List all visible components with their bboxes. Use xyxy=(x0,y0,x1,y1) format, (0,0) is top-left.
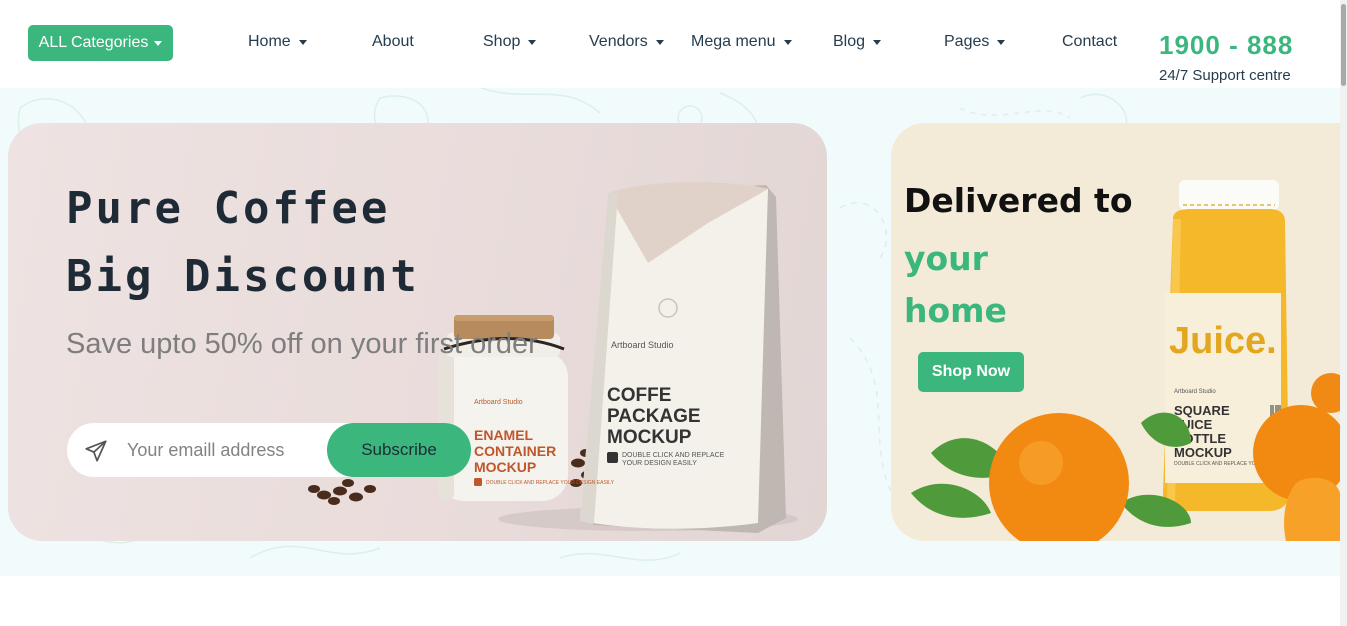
banner-subtitle: Save upto 50% off on your first order xyxy=(66,328,538,360)
jar-brand: Artboard Studio xyxy=(474,399,523,406)
chevron-down-icon xyxy=(655,40,664,45)
bag-line-2: PACKAGE xyxy=(607,406,701,427)
bottle-line-4: MOCKUP xyxy=(1174,445,1232,460)
all-categories-button[interactable]: ALL Categories xyxy=(28,25,173,61)
chevron-down-icon xyxy=(154,41,163,46)
bottle-line-1: SQUARE xyxy=(1174,403,1230,418)
bag-note-2: YOUR DESIGN EASILY xyxy=(622,460,697,467)
bottle-brand: Artboard Studio xyxy=(1174,389,1216,395)
nav-mega-menu-label: Mega menu xyxy=(691,33,776,50)
jar-line-3: MOCKUP xyxy=(474,459,536,475)
nav-pages[interactable]: Pages xyxy=(944,33,1006,51)
subscribe-button[interactable]: Subscribe xyxy=(327,423,471,477)
bottle-logo: Juice. xyxy=(1169,320,1277,362)
bag-line-3: MOCKUP xyxy=(607,427,692,448)
chevron-down-icon xyxy=(528,40,537,45)
nav-home[interactable]: Home xyxy=(248,33,307,51)
jar-line-2: CONTAINER xyxy=(474,443,556,459)
nav-contact-label: Contact xyxy=(1062,33,1118,50)
coffee-banner: Pure Coffee Big Discount Artboard Studio… xyxy=(8,123,827,541)
chevron-down-icon xyxy=(997,40,1006,45)
send-icon xyxy=(85,440,107,462)
jar-note: DOUBLE CLICK AND REPLACE YOUR DESIGN EAS… xyxy=(486,480,615,486)
side-banner-highlight: your home xyxy=(904,233,1007,337)
bag-note-1: DOUBLE CLICK AND REPLACE xyxy=(622,452,725,459)
email-input[interactable] xyxy=(127,435,327,465)
side-banner-title: Delivered to xyxy=(904,181,1133,220)
hero-section: Pure Coffee Big Discount Artboard Studio… xyxy=(0,88,1340,576)
nav-vendors[interactable]: Vendors xyxy=(589,33,664,51)
nav-shop-label: Shop xyxy=(483,33,521,50)
page-scrollbar[interactable] xyxy=(1340,0,1347,626)
nav-vendors-label: Vendors xyxy=(589,33,648,50)
side-banner-highlight-line-2: home xyxy=(904,291,1007,330)
nav-contact[interactable]: Contact xyxy=(1062,33,1117,51)
chevron-down-icon xyxy=(298,40,307,45)
all-categories-label: ALL Categories xyxy=(38,34,149,51)
nav-about-label: About xyxy=(372,33,414,50)
side-banner-highlight-line-1: your xyxy=(904,239,988,278)
nav-blog[interactable]: Blog xyxy=(833,33,882,51)
jar-line-1: ENAMEL xyxy=(474,427,534,443)
scrollbar-thumb[interactable] xyxy=(1341,4,1346,86)
newsletter-form: Subscribe xyxy=(67,423,471,477)
chevron-down-icon xyxy=(783,40,792,45)
bag-brand: Artboard Studio xyxy=(611,340,674,350)
nav-pages-label: Pages xyxy=(944,33,990,50)
shop-now-button[interactable]: Shop Now xyxy=(918,352,1024,392)
hotline-number[interactable]: 1900 - 888 xyxy=(1159,30,1293,61)
delivery-banner: Juice. Artboard Studio SQUARE JUICE BOTT… xyxy=(891,123,1340,541)
nav-about[interactable]: About xyxy=(372,33,414,51)
bag-line-1: COFFE xyxy=(607,385,671,406)
nav-blog-label: Blog xyxy=(833,33,866,50)
nav-home-label: Home xyxy=(248,33,291,50)
site-header: ALL Categories Home About Shop Vendors M… xyxy=(0,0,1340,88)
support-centre-text: 24/7 Support centre xyxy=(1159,67,1291,84)
nav-shop[interactable]: Shop xyxy=(483,33,537,51)
nav-mega-menu[interactable]: Mega menu xyxy=(691,33,792,51)
chevron-down-icon xyxy=(873,40,882,45)
